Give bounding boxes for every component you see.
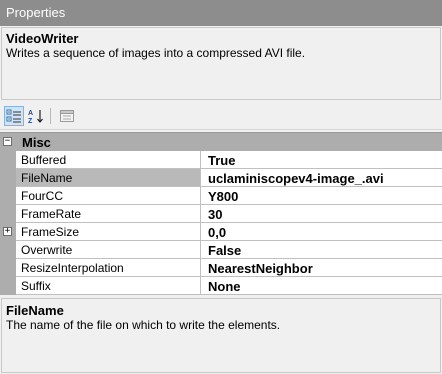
property-name: Buffered [16, 151, 201, 168]
property-name: FileName [16, 169, 201, 186]
collapse-icon[interactable]: − [3, 137, 12, 146]
property-row-buffered[interactable]: Buffered True [16, 151, 442, 169]
property-row-resizeinterpolation[interactable]: ResizeInterpolation NearestNeighbor [16, 259, 442, 277]
grid-gutter [0, 133, 16, 295]
property-name: FrameRate [16, 205, 201, 222]
alphabetical-button[interactable]: A Z [26, 106, 46, 126]
property-value[interactable]: 30 [208, 207, 222, 222]
panel-title: Properties [0, 0, 442, 26]
svg-text:Z: Z [28, 118, 33, 124]
property-row-fourcc[interactable]: FourCC Y800 [16, 187, 442, 205]
categorized-icon [6, 109, 21, 123]
node-description: Writes a sequence of images into a compr… [6, 46, 306, 60]
help-title: FileName [6, 303, 64, 318]
property-name: ResizeInterpolation [16, 259, 201, 276]
node-name: VideoWriter [6, 31, 79, 46]
toolbar-separator [50, 108, 51, 124]
node-description-box: VideoWriter Writes a sequence of images … [1, 27, 441, 100]
property-value[interactable]: uclaminiscopev4-image_.avi [208, 171, 384, 186]
property-row-framerate[interactable]: FrameRate 30 [16, 205, 442, 223]
property-pages-button[interactable] [57, 106, 77, 126]
property-value[interactable]: True [208, 153, 235, 168]
expand-icon[interactable]: + [3, 227, 12, 236]
property-grid: − Misc Buffered True FileName uclaminisc… [0, 132, 442, 295]
category-row-misc[interactable]: − Misc [0, 133, 442, 151]
property-value[interactable]: NearestNeighbor [208, 261, 313, 276]
category-label: Misc [22, 135, 51, 150]
property-name: FourCC [16, 187, 201, 204]
property-name: Suffix [16, 277, 201, 294]
svg-text:A: A [28, 110, 33, 117]
property-row-filename[interactable]: FileName uclaminiscopev4-image_.avi [16, 169, 442, 187]
help-box: FileName The name of the file on which t… [1, 298, 441, 373]
property-row-suffix[interactable]: Suffix None [16, 277, 442, 295]
property-value[interactable]: False [208, 243, 241, 258]
property-grid-toolbar: A Z [0, 102, 442, 130]
properties-panel: Properties VideoWriter Writes a sequence… [0, 0, 442, 374]
help-text: The name of the file on which to write t… [6, 318, 281, 332]
property-value[interactable]: 0,0 [208, 225, 226, 240]
property-row-framesize[interactable]: FrameSize 0,0 [16, 223, 442, 241]
alphabetical-sort-icon: A Z [28, 110, 43, 124]
property-row-overwrite[interactable]: Overwrite False [16, 241, 442, 259]
property-name: FrameSize [16, 223, 201, 240]
property-name: Overwrite [16, 241, 201, 258]
categorized-button[interactable] [4, 106, 24, 126]
property-value[interactable]: None [208, 279, 241, 294]
property-pages-icon [60, 110, 74, 122]
property-value[interactable]: Y800 [208, 189, 238, 204]
